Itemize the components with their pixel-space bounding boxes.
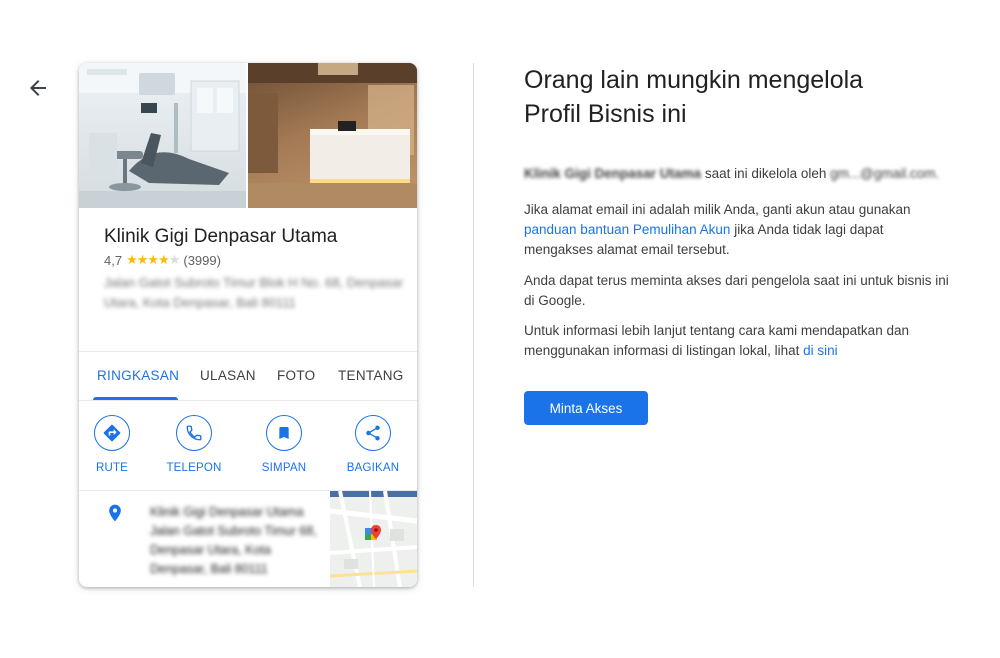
request-access-info: Anda dapat terus meminta akses dari peng… bbox=[524, 273, 949, 308]
page-title-line-2: Profil Bisnis ini bbox=[524, 100, 687, 128]
manager-info: Klinik Gigi Denpasar Utama saat ini dike… bbox=[524, 164, 964, 184]
review-count[interactable]: (3999) bbox=[183, 253, 221, 268]
action-label: TELEPON bbox=[166, 462, 222, 474]
tab-foto[interactable]: FOTO bbox=[277, 368, 315, 383]
recovery-info: Jika alamat email ini adalah milik Anda,… bbox=[524, 200, 944, 260]
photo-strip bbox=[79, 63, 417, 208]
location-address: Klinik Gigi Denpasar Utama Jalan Gatot S… bbox=[150, 505, 317, 576]
manager-email: gm...@gmail.com. bbox=[830, 166, 940, 181]
tab-ulasan[interactable]: ULASAN bbox=[200, 368, 256, 383]
star-empty-icon: ★ bbox=[168, 252, 181, 267]
local-listing-info: Untuk informasi lebih lanjut tentang car… bbox=[524, 321, 944, 361]
managed-business-name: Klinik Gigi Denpasar Utama bbox=[524, 166, 702, 181]
clinic-photo-treatment-room[interactable] bbox=[79, 63, 246, 208]
bookmark-icon bbox=[279, 427, 289, 439]
vertical-divider bbox=[473, 63, 474, 587]
mini-map[interactable] bbox=[330, 491, 417, 587]
action-bagikan[interactable]: BAGIKAN bbox=[333, 415, 413, 474]
directions-icon bbox=[103, 424, 121, 442]
action-label: BAGIKAN bbox=[346, 462, 400, 474]
location-section: Klinik Gigi Denpasar Utama Jalan Gatot S… bbox=[79, 490, 417, 587]
clinic-photo-reception[interactable] bbox=[248, 63, 417, 208]
learn-more-link[interactable]: di sini bbox=[803, 343, 838, 358]
star-icon: ★ bbox=[126, 252, 138, 267]
page-title-line-1: Orang lain mungkin mengelola bbox=[524, 66, 864, 94]
action-circle bbox=[266, 415, 302, 451]
maps-logo-icon bbox=[365, 525, 381, 540]
manager-info-text: saat ini dikelola oleh bbox=[701, 166, 831, 181]
phone-icon bbox=[186, 425, 202, 441]
star-rating: ★★★★★ bbox=[126, 252, 181, 268]
request-access-button[interactable]: Minta Akses bbox=[524, 391, 648, 425]
action-circle bbox=[176, 415, 212, 451]
action-label: RUTE bbox=[95, 462, 129, 474]
star-icon: ★ bbox=[158, 252, 170, 267]
location-pin-icon bbox=[109, 504, 121, 522]
arrow-left-icon bbox=[30, 80, 46, 96]
star-icon: ★ bbox=[147, 252, 159, 267]
action-circle bbox=[355, 415, 391, 451]
rating-row: 4,7 ★★★★★ (3999) bbox=[104, 252, 221, 268]
business-address: Jalan Gatot Subroto Timur Blok H No. 68,… bbox=[104, 275, 404, 310]
local-listing-text: Untuk informasi lebih lanjut tentang car… bbox=[524, 323, 909, 358]
business-profile-card: Klinik Gigi Denpasar Utama 4,7 ★★★★★ (39… bbox=[79, 63, 417, 587]
action-circle bbox=[94, 415, 130, 451]
active-tab-indicator bbox=[93, 397, 178, 400]
recovery-text-before: Jika alamat email ini adalah milik Anda,… bbox=[524, 202, 911, 217]
star-icon: ★ bbox=[136, 252, 149, 267]
recovery-help-link[interactable]: panduan bantuan Pemulihan Akun bbox=[524, 222, 730, 237]
action-telepon[interactable]: TELEPON bbox=[154, 415, 234, 474]
profile-tabs: RINGKASAN ULASAN FOTO TENTANG bbox=[79, 351, 417, 401]
tab-tentang[interactable]: TENTANG bbox=[338, 368, 404, 383]
back-button[interactable] bbox=[26, 76, 50, 100]
business-name: Klinik Gigi Denpasar Utama bbox=[104, 226, 338, 247]
rating-value: 4,7 bbox=[104, 252, 123, 268]
action-label: SIMPAN bbox=[261, 462, 307, 474]
page-title: Orang lain mungkin mengelola Profil Bisn… bbox=[524, 63, 964, 131]
tab-ringkasan[interactable]: RINGKASAN bbox=[97, 368, 179, 383]
action-rute[interactable]: RUTE bbox=[79, 415, 152, 474]
share-icon bbox=[366, 425, 380, 441]
info-panel: Orang lain mungkin mengelola Profil Bisn… bbox=[524, 63, 964, 425]
action-simpan[interactable]: SIMPAN bbox=[244, 415, 324, 474]
